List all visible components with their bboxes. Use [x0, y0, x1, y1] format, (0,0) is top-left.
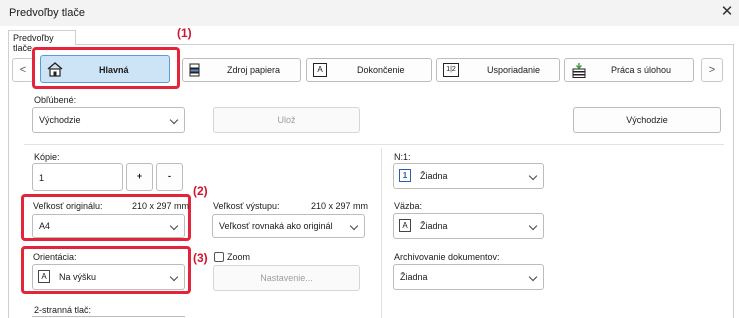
layout-icon: 1|2 — [443, 63, 459, 77]
zoom-label: Zoom — [227, 252, 251, 262]
copies-minus-button[interactable]: - — [156, 163, 183, 191]
archiving-select[interactable]: Žiadna — [393, 264, 544, 290]
chevron-down-icon — [528, 221, 538, 231]
binding-page-icon: A — [399, 219, 411, 232]
output-size-select[interactable]: Veľkosť rovnaká ako originál — [212, 214, 365, 238]
copies-value: 1 — [39, 173, 45, 183]
toolbar-layout-label: Usporiadanie — [487, 65, 541, 75]
window-title: Predvoľby tlače — [9, 7, 85, 19]
copies-plus-button[interactable]: + — [126, 163, 153, 191]
nup-label: N:1: — [394, 152, 411, 162]
copies-input[interactable]: 1 — [32, 163, 123, 191]
orientation-select[interactable]: A Na výšku — [32, 264, 185, 290]
binding-label: Väzba: — [394, 201, 423, 211]
toolbar-job-handling-label: Práca s úlohou — [611, 65, 672, 75]
close-icon[interactable]: ✕ — [717, 2, 737, 22]
toolbar-paper-source-label: Zdroj papiera — [227, 65, 281, 75]
chevron-down-icon — [528, 171, 538, 181]
toolbar-finishing-label: Dokončenie — [357, 65, 405, 75]
orientation-value: Na výšku — [59, 272, 97, 282]
title-bar — [0, 0, 739, 26]
original-size-dims: 210 x 297 mm — [132, 201, 190, 211]
chevron-down-icon — [349, 221, 359, 231]
paper-tray-icon — [189, 63, 203, 77]
home-icon — [47, 61, 63, 77]
nup-value: Žiadna — [420, 171, 448, 181]
binding-value: Žiadna — [420, 221, 448, 231]
toolbar-prev-button[interactable]: < — [12, 58, 34, 82]
pages-per-sheet-icon: 1 — [399, 169, 411, 182]
column-divider — [381, 148, 382, 318]
output-size-dims: 210 x 297 mm — [311, 201, 369, 211]
chevron-down-icon — [169, 221, 179, 231]
archiving-label: Archivovanie dokumentov: — [394, 252, 500, 262]
zoom-checkbox[interactable] — [214, 252, 224, 262]
toolbar-job-handling-button[interactable]: Práca s úlohou — [564, 58, 694, 82]
toolbar-main-label: Hlavná — [99, 65, 129, 75]
annotation-3: (3) — [193, 251, 208, 265]
original-size-select[interactable]: A4 — [32, 214, 185, 238]
toolbar-layout-button[interactable]: 1|2 Usporiadanie — [436, 58, 560, 82]
copies-label: Kópie: — [34, 152, 60, 162]
output-size-value: Veľkosť rovnaká ako originál — [219, 221, 333, 231]
favorites-label: Obľúbené: — [34, 95, 77, 105]
zoom-settings-button[interactable]: Nastavenie... — [213, 265, 360, 291]
toolbar-next-button[interactable]: > — [701, 58, 723, 82]
original-size-value: A4 — [39, 221, 51, 231]
chevron-down-icon — [169, 272, 179, 282]
tab-print-preferences[interactable]: Predvoľby tlače — [8, 30, 76, 53]
favorites-select[interactable]: Východzie — [32, 107, 185, 133]
annotation-1: (1) — [177, 26, 192, 40]
orientation-label: Orientácia: — [33, 252, 77, 262]
chevron-down-icon — [528, 272, 538, 282]
nup-select[interactable]: 1 Žiadna — [393, 163, 544, 189]
toolbar-paper-source-button[interactable]: Zdroj papiera — [182, 58, 301, 82]
output-size-label: Veľkosť výstupu: — [213, 201, 280, 211]
default-button[interactable]: Východzie — [573, 107, 721, 133]
favorites-value: Východzie — [39, 115, 81, 125]
save-favorites-button[interactable]: Ulož — [213, 107, 360, 133]
archiving-value: Žiadna — [400, 272, 428, 282]
duplex-label: 2-stranná tlač: — [34, 305, 92, 315]
toolbar-finishing-button[interactable]: A Dokončenie — [306, 58, 432, 82]
original-size-label: Veľkosť originálu: — [33, 201, 103, 211]
chevron-down-icon — [169, 115, 179, 125]
finishing-icon: A — [313, 63, 327, 77]
job-stack-icon — [572, 62, 586, 78]
portrait-page-icon: A — [38, 270, 50, 283]
binding-select[interactable]: A Žiadna — [393, 213, 544, 239]
annotation-2: (2) — [193, 184, 208, 198]
toolbar-main-button[interactable]: Hlavná — [40, 55, 170, 83]
divider — [24, 144, 724, 145]
